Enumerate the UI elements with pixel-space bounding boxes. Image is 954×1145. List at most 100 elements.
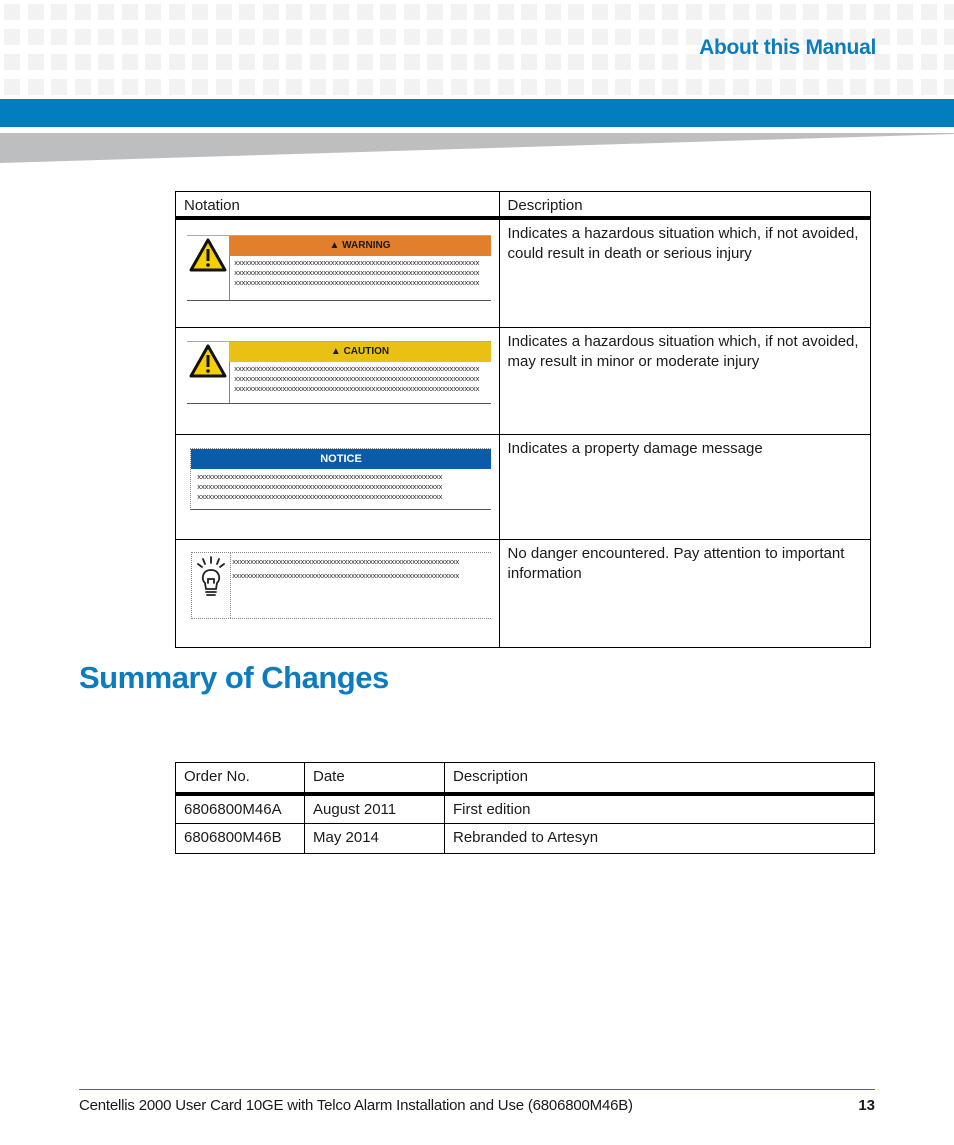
pattern-cell [474, 54, 490, 70]
pattern-cell [356, 4, 373, 20]
pattern-cell [215, 4, 232, 20]
pattern-cell [897, 79, 913, 95]
pattern-cell [474, 79, 490, 95]
table-row: NOTICE xxxxxxxxxxxxxxxxxxxxxxxxxxxxxxxxx… [175, 433, 872, 540]
pattern-cell [944, 79, 954, 95]
pattern-cell [4, 79, 20, 95]
pattern-cell [591, 79, 608, 95]
pattern-cell [215, 29, 232, 45]
pattern-cell [615, 79, 631, 95]
pattern-cell [356, 54, 373, 70]
placeholder-text: xxxxxxxxxxxxxxxxxxxxxxxxxxxxxxxxxxxxxxxx… [234, 365, 480, 394]
pattern-cell [638, 79, 655, 95]
pattern-cell [826, 79, 843, 95]
pattern-cell [615, 4, 631, 20]
pattern-cell [309, 54, 326, 70]
pattern-cell [591, 54, 608, 70]
table-row: 6806800M46A August 2011 First edition [175, 793, 875, 824]
pattern-cell [286, 4, 302, 20]
table-header-row: Notation Description [175, 191, 872, 220]
pattern-cell [732, 79, 749, 95]
pattern-cell [568, 79, 584, 95]
pattern-cell [709, 79, 725, 95]
pattern-cell [920, 29, 937, 45]
table-row: xxxxxxxxxxxxxxxxxxxxxxxxxxxxxxxxxxxxxxxx… [175, 538, 872, 648]
column-header-notation: Notation [175, 191, 500, 220]
pattern-cell [474, 29, 490, 45]
pattern-cell [380, 79, 396, 95]
pattern-cell [403, 54, 420, 70]
pattern-cell [850, 4, 866, 20]
pattern-cell [944, 29, 954, 45]
pattern-cell [121, 29, 138, 45]
pattern-cell [638, 54, 655, 70]
page-number: 13 [858, 1097, 875, 1114]
header-gray-wedge [0, 133, 954, 163]
pattern-cell [662, 29, 678, 45]
caution-label: ▲ CAUTION [229, 341, 491, 362]
pattern-cell [803, 79, 819, 95]
pattern-cell [709, 4, 725, 20]
description-cell: Indicates a property damage message [498, 433, 872, 540]
pattern-cell [239, 54, 255, 70]
caution-triangle-icon [187, 341, 230, 403]
pattern-cell [497, 29, 514, 45]
pattern-cell [309, 4, 326, 20]
pattern-cell [474, 4, 490, 20]
pattern-cell [27, 54, 44, 70]
pattern-cell [568, 54, 584, 70]
pattern-cell [756, 4, 772, 20]
pattern-cell [920, 79, 937, 95]
pattern-cell [897, 54, 913, 70]
pattern-cell [920, 4, 937, 20]
tip-sign-sample: xxxxxxxxxxxxxxxxxxxxxxxxxxxxxxxxxxxxxxxx… [191, 551, 491, 619]
footer-document-title: Centellis 2000 User Card 10GE with Telco… [79, 1097, 633, 1114]
pattern-cell [333, 79, 349, 95]
pattern-cell [98, 29, 114, 45]
pattern-cell [897, 4, 913, 20]
pattern-cell [168, 4, 185, 20]
date-cell: August 2011 [304, 793, 445, 824]
pattern-cell [74, 79, 91, 95]
pattern-cell [168, 54, 185, 70]
pattern-cell [779, 79, 796, 95]
pattern-cell [286, 29, 302, 45]
pattern-cell [262, 54, 279, 70]
table-row: ▲ WARNING xxxxxxxxxxxxxxxxxxxxxxxxxxxxxx… [175, 217, 872, 328]
pattern-cell [403, 29, 420, 45]
pattern-cell [168, 79, 185, 95]
pattern-cell [27, 4, 44, 20]
footer-divider [79, 1089, 875, 1090]
pattern-cell [4, 4, 20, 20]
lightbulb-icon [192, 552, 231, 618]
pattern-cell [920, 54, 937, 70]
pattern-cell [403, 79, 420, 95]
column-header-order-no: Order No. [175, 762, 305, 796]
order-no-cell: 6806800M46B [175, 823, 305, 854]
pattern-cell [262, 29, 279, 45]
pattern-cell [333, 54, 349, 70]
pattern-cell [685, 4, 702, 20]
pattern-cell [192, 54, 208, 70]
description-cell: First edition [444, 793, 875, 824]
table-row: 6806800M46B May 2014 Rebranded to Artesy… [175, 823, 875, 854]
pattern-cell [450, 29, 467, 45]
pattern-cell [873, 4, 890, 20]
pattern-cell [121, 54, 138, 70]
pattern-cell [615, 54, 631, 70]
pattern-cell [74, 29, 91, 45]
order-no-cell: 6806800M46A [175, 793, 305, 824]
pattern-cell [145, 79, 161, 95]
notation-table: Notation Description ▲ WARNING xxxxxxxxx… [175, 191, 872, 648]
placeholder-text: xxxxxxxxxxxxxxxxxxxxxxxxxxxxxxxxxxxxxxxx… [232, 558, 459, 581]
notice-sign-sample: NOTICE xxxxxxxxxxxxxxxxxxxxxxxxxxxxxxxxx… [190, 447, 491, 510]
pattern-cell [145, 4, 161, 20]
pattern-cell [662, 4, 678, 20]
pattern-cell [897, 29, 913, 45]
pattern-cell [803, 4, 819, 20]
pattern-cell [4, 29, 20, 45]
pattern-cell [568, 29, 584, 45]
section-header-title: About this Manual [699, 36, 876, 59]
pattern-cell [873, 79, 890, 95]
pattern-cell [215, 54, 232, 70]
